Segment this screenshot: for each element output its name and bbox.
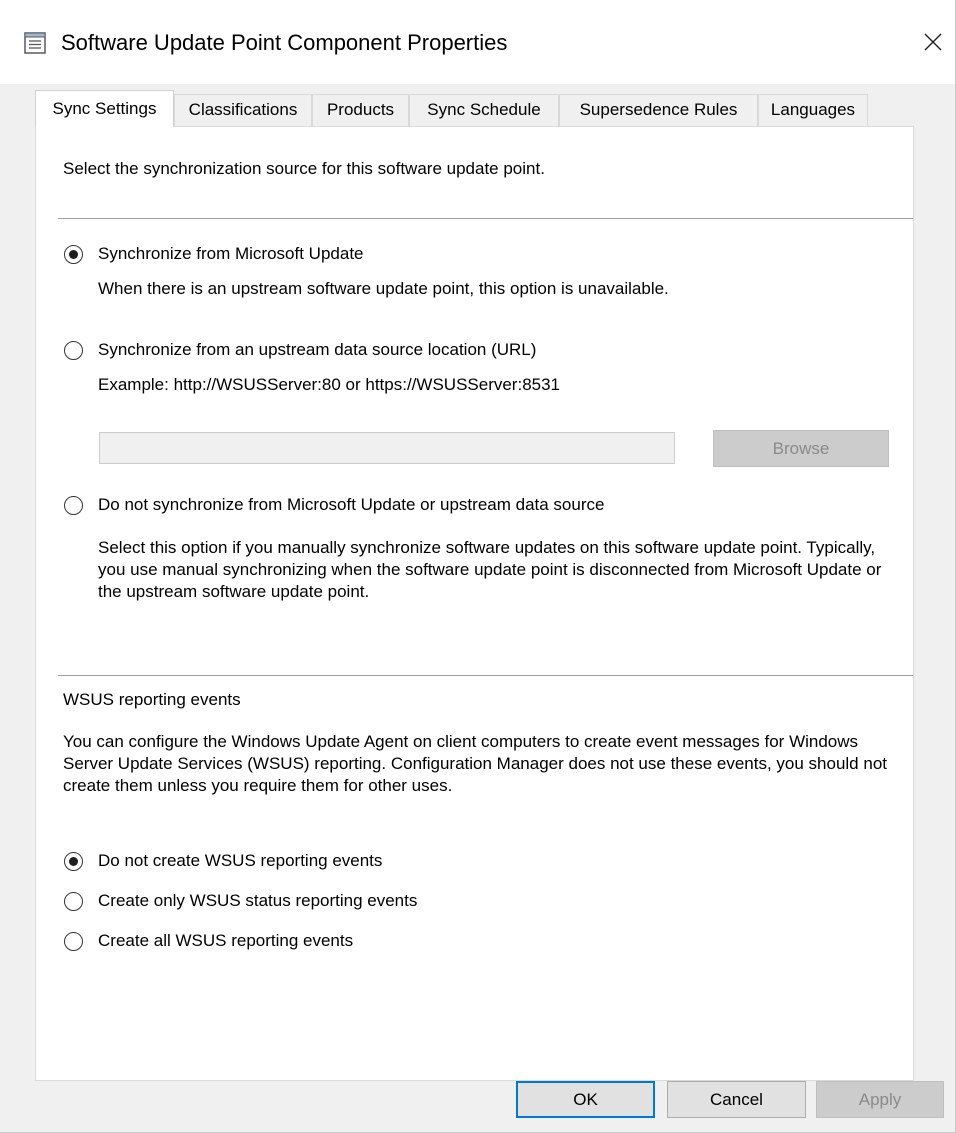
sync-upstream-radio[interactable] bbox=[64, 341, 83, 360]
reporting-status-radio[interactable] bbox=[64, 892, 83, 911]
close-button[interactable] bbox=[911, 20, 955, 64]
sync-microsoft-label: Synchronize from Microsoft Update bbox=[98, 244, 364, 263]
sync-microsoft-note: When there is an upstream software updat… bbox=[98, 279, 669, 298]
sync-none-label: Do not synchronize from Microsoft Update… bbox=[98, 495, 605, 514]
properties-sheet-icon bbox=[24, 32, 46, 54]
reporting-status-label: Create only WSUS status reporting events bbox=[98, 891, 418, 910]
sync-microsoft-radio[interactable] bbox=[64, 245, 83, 264]
tab-panel-sync-settings: Select the synchronization source for th… bbox=[35, 126, 914, 1081]
sync-upstream-label: Synchronize from an upstream data source… bbox=[98, 340, 537, 359]
separator bbox=[58, 218, 913, 219]
properties-dialog: Software Update Point Component Properti… bbox=[0, 0, 956, 1133]
cancel-button[interactable]: Cancel bbox=[667, 1081, 806, 1118]
close-icon bbox=[924, 33, 942, 51]
tab-sync-schedule[interactable]: Sync Schedule bbox=[409, 94, 559, 126]
reporting-description: You can configure the Windows Update Age… bbox=[63, 732, 887, 795]
separator bbox=[58, 675, 913, 676]
ok-button[interactable]: OK bbox=[516, 1081, 655, 1118]
browse-button[interactable]: Browse bbox=[713, 430, 889, 467]
window-title: Software Update Point Component Properti… bbox=[61, 30, 508, 55]
reporting-none-label: Do not create WSUS reporting events bbox=[98, 851, 383, 870]
sync-none-description: Select this option if you manually synch… bbox=[98, 538, 882, 601]
upstream-url-field[interactable] bbox=[99, 432, 675, 464]
reporting-none-radio[interactable] bbox=[64, 852, 83, 871]
reporting-all-radio[interactable] bbox=[64, 932, 83, 951]
title-bar: Software Update Point Component Properti… bbox=[0, 0, 955, 84]
tab-languages[interactable]: Languages bbox=[758, 94, 868, 126]
sync-upstream-example: Example: http://WSUSServer:80 or https:/… bbox=[98, 375, 561, 394]
tab-classifications[interactable]: Classifications bbox=[174, 94, 312, 126]
tab-sync-settings[interactable]: Sync Settings bbox=[35, 90, 174, 127]
tab-supersedence-rules[interactable]: Supersedence Rules bbox=[559, 94, 758, 126]
apply-button[interactable]: Apply bbox=[816, 1081, 944, 1118]
sync-intro-text: Select the synchronization source for th… bbox=[63, 159, 545, 178]
reporting-heading: WSUS reporting events bbox=[63, 690, 241, 709]
tab-products[interactable]: Products bbox=[312, 94, 409, 126]
sync-none-radio[interactable] bbox=[64, 496, 83, 515]
reporting-all-label: Create all WSUS reporting events bbox=[98, 931, 354, 950]
